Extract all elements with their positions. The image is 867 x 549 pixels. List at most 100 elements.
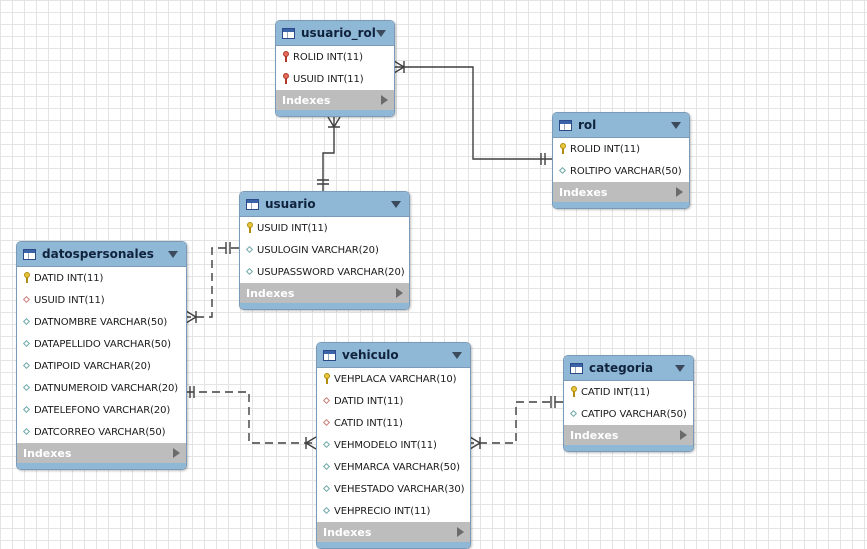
column-diamond-icon [559,165,567,177]
table-footer [276,110,394,116]
column-label: DATID INT(11) [334,395,404,407]
foreign-key-icon [282,73,290,85]
table-header[interactable]: categoria [564,356,693,381]
indexes-label: Indexes [282,93,331,107]
indexes-bar[interactable]: Indexes [553,182,689,202]
table-icon [559,119,572,131]
column-diamond-icon [246,244,254,256]
column-row[interactable]: USUID INT(11) [17,289,186,311]
collapse-triangle-icon[interactable] [452,351,462,359]
table-icon [323,349,336,361]
table-usuario[interactable]: usuario USUID INT(11) USULOGIN VARCHAR(2… [239,191,410,310]
indexes-bar[interactable]: Indexes [276,90,394,110]
column-row[interactable]: DATCORREO VARCHAR(50) [17,421,186,443]
indexes-bar[interactable]: Indexes [564,425,693,445]
table-vehiculo[interactable]: vehiculo VEHPLACA VARCHAR(10) DATID INT(… [316,342,471,549]
collapse-triangle-icon[interactable] [376,29,386,37]
column-row[interactable]: CATID INT(11) [317,412,470,434]
expand-triangle-icon[interactable] [676,187,683,197]
table-header[interactable]: usuario [240,192,409,217]
column-row[interactable]: ROLID INT(11) [276,46,394,68]
primary-key-icon [570,386,578,398]
column-label: VEHPRECIO INT(11) [334,505,431,517]
primary-key-icon [23,272,31,284]
column-row[interactable]: VEHESTADO VARCHAR(30) [317,478,470,500]
indexes-label: Indexes [570,428,619,442]
indexes-bar[interactable]: Indexes [240,283,409,303]
column-row[interactable]: USUID INT(11) [240,217,409,239]
column-label: USUID INT(11) [257,222,328,234]
table-rol[interactable]: rol ROLID INT(11) ROLTIPO VARCHAR(50) In… [552,112,690,209]
column-row[interactable]: VEHPRECIO INT(11) [317,500,470,522]
column-label: USUPASSWORD VARCHAR(20) [257,266,405,278]
column-row[interactable]: USUID INT(11) [276,68,394,90]
column-diamond-icon [23,382,31,394]
column-diamond-icon [570,408,578,420]
column-diamond-icon [23,316,31,328]
column-row[interactable]: DATIPOID VARCHAR(20) [17,355,186,377]
table-header[interactable]: datospersonales [17,242,186,267]
expand-triangle-icon[interactable] [173,448,180,458]
primary-key-icon [559,143,567,155]
expand-triangle-icon[interactable] [396,288,403,298]
column-row[interactable]: ROLTIPO VARCHAR(50) [553,160,689,182]
column-diamond-icon [323,505,331,517]
primary-key-icon [246,222,254,234]
table-usuario-rol[interactable]: usuario_rol ROLID INT(11) USUID INT(11) … [275,20,395,117]
collapse-triangle-icon[interactable] [671,121,681,129]
table-name: vehiculo [342,348,399,362]
table-footer [17,463,186,469]
table-name: categoria [589,361,654,375]
table-icon [246,198,259,210]
collapse-triangle-icon[interactable] [391,200,401,208]
column-row[interactable]: DATID INT(11) [317,390,470,412]
column-label: VEHESTADO VARCHAR(30) [334,483,465,495]
column-label: ROLTIPO VARCHAR(50) [570,165,682,177]
column-row[interactable]: DATAPELLIDO VARCHAR(50) [17,333,186,355]
collapse-triangle-icon[interactable] [675,364,685,372]
table-icon [570,362,583,374]
column-diamond-icon [23,360,31,372]
column-row[interactable]: USULOGIN VARCHAR(20) [240,239,409,261]
column-diamond-icon [23,338,31,350]
column-label: CATIPO VARCHAR(50) [581,408,687,420]
collapse-triangle-icon[interactable] [168,250,178,258]
column-row[interactable]: VEHMODELO INT(11) [317,434,470,456]
expand-triangle-icon[interactable] [381,95,388,105]
column-row[interactable]: USUPASSWORD VARCHAR(20) [240,261,409,283]
indexes-bar[interactable]: Indexes [17,443,186,463]
column-row[interactable]: DATNUMEROID VARCHAR(20) [17,377,186,399]
column-row[interactable]: CATID INT(11) [564,381,693,403]
column-label: CATID INT(11) [334,417,403,429]
table-header[interactable]: rol [553,113,689,138]
column-row[interactable]: DATID INT(11) [17,267,186,289]
expand-triangle-icon[interactable] [457,527,464,537]
expand-triangle-icon[interactable] [680,430,687,440]
table-header[interactable]: vehiculo [317,343,470,368]
indexes-bar[interactable]: Indexes [317,522,470,542]
column-label: DATIPOID VARCHAR(20) [34,360,151,372]
relationship-usuario-to-datospersonales [186,247,239,318]
column-row[interactable]: DATNOMBRE VARCHAR(50) [17,311,186,333]
relationship-categoria-to-vehiculo [470,401,563,444]
table-header[interactable]: usuario_rol [276,21,394,46]
table-name: datospersonales [42,247,154,261]
column-row[interactable]: VEHPLACA VARCHAR(10) [317,368,470,390]
indexes-label: Indexes [23,446,72,460]
table-categoria[interactable]: categoria CATID INT(11) CATIPO VARCHAR(5… [563,355,694,452]
column-row[interactable]: CATIPO VARCHAR(50) [564,403,693,425]
column-diamond-icon [323,483,331,495]
relationship-datospersonales-to-vehiculo [186,391,316,444]
column-diamond-icon [323,461,331,473]
table-name: usuario [265,197,316,211]
column-row[interactable]: DATELEFONO VARCHAR(20) [17,399,186,421]
column-label: VEHMODELO INT(11) [334,439,437,451]
column-diamond-icon [323,439,331,451]
column-row[interactable]: ROLID INT(11) [553,138,689,160]
column-row[interactable]: VEHMARCA VARCHAR(50) [317,456,470,478]
column-label: DATNOMBRE VARCHAR(50) [34,316,168,328]
column-diamond-icon [23,426,31,438]
table-datospersonales[interactable]: datospersonales DATID INT(11) USUID INT(… [16,241,187,470]
foreign-column-diamond-icon [323,395,331,407]
table-name: usuario_rol [301,26,376,40]
